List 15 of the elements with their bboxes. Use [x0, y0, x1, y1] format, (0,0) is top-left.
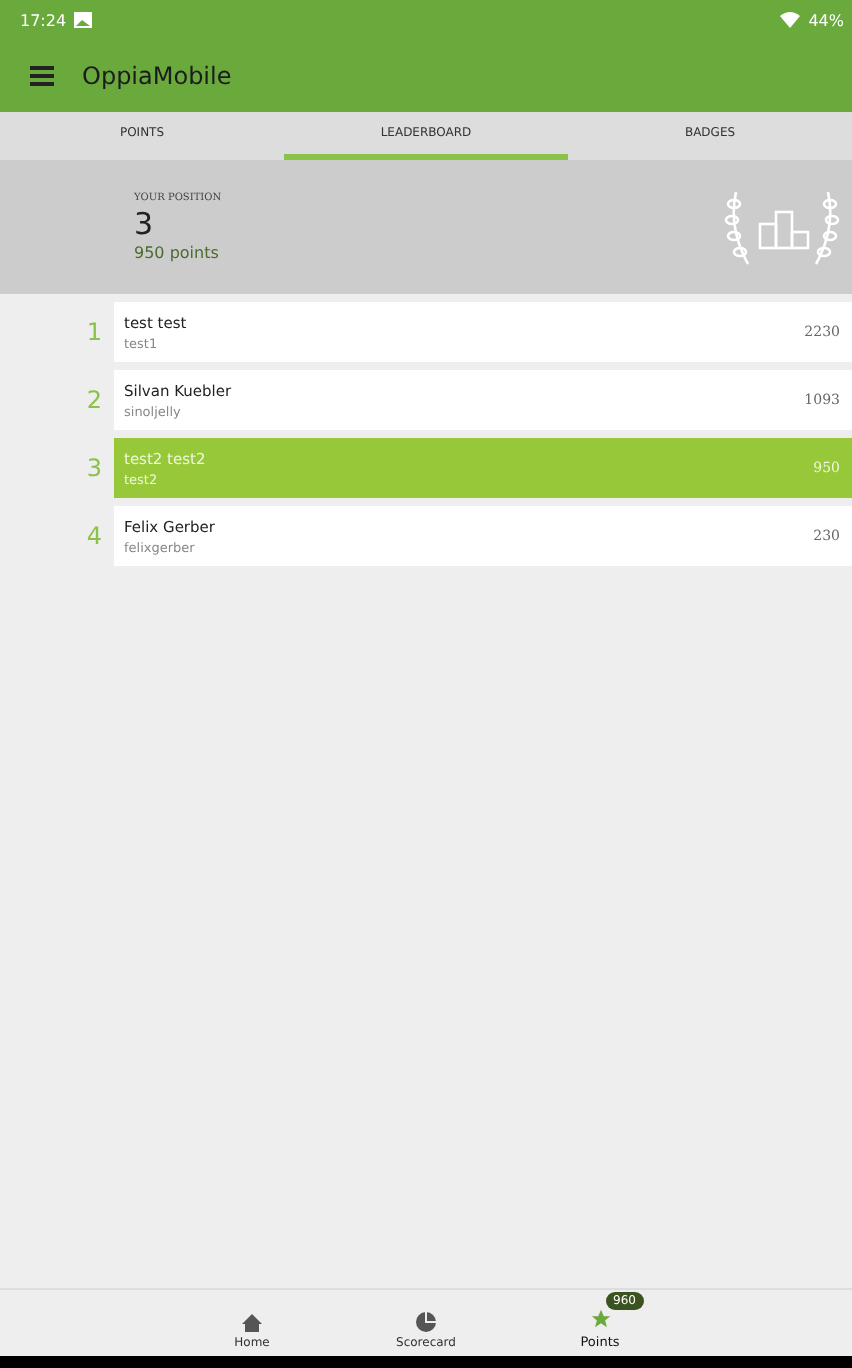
wifi-icon — [780, 12, 801, 28]
app-title: OppiaMobile — [82, 62, 232, 90]
image-icon — [74, 12, 93, 28]
home-icon — [242, 1314, 262, 1332]
rank-number: 2 — [84, 386, 104, 414]
rank-number: 4 — [84, 522, 104, 550]
status-time: 17:24 — [20, 11, 67, 29]
position-rank: 3 — [134, 204, 156, 244]
rank-number: 1 — [84, 318, 104, 346]
star-icon — [589, 1308, 611, 1330]
pie-chart-icon — [416, 1312, 436, 1332]
position-points: 950 points — [134, 244, 221, 262]
menu-icon[interactable] — [30, 66, 54, 86]
rank-number: 3 — [84, 454, 104, 482]
battery-level: 44% — [808, 11, 844, 29]
